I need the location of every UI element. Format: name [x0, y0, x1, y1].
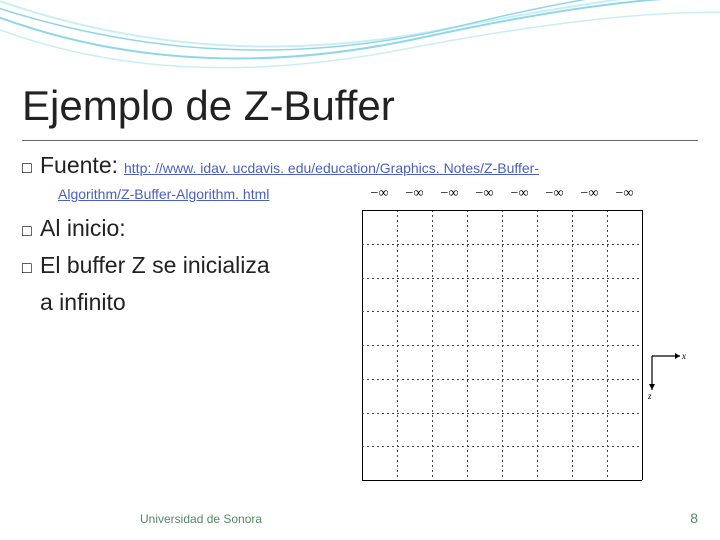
inf-cell: −∞	[362, 186, 397, 202]
axes-icon: x⃗ z⃗	[646, 350, 686, 400]
inf-cell: −∞	[467, 186, 502, 202]
inf-cell: −∞	[502, 186, 537, 202]
grid	[362, 210, 642, 480]
source-link-part2[interactable]: Algorithm/Z-Buffer-Algorithm. html	[58, 186, 269, 202]
axis-x-label: x⃗	[681, 351, 686, 361]
text-buffer-line: El buffer Z se inicializa	[40, 249, 270, 281]
bullet-marker-icon: □	[22, 256, 40, 282]
axis-z-label: z⃗	[647, 391, 659, 400]
slide-number: 8	[690, 510, 698, 526]
source-link-part1[interactable]: http: //www. idav. ucdavis. edu/educatio…	[124, 158, 539, 178]
inf-cell: −∞	[572, 186, 607, 202]
slide-title: Ejemplo de Z-Buffer	[22, 82, 395, 130]
title-underline	[22, 140, 698, 141]
infinity-row: −∞ −∞ −∞ −∞ −∞ −∞ −∞ −∞	[362, 186, 642, 202]
zbuffer-diagram: −∞ −∞ −∞ −∞ −∞ −∞ −∞ −∞	[352, 180, 692, 480]
bullet-marker-icon: □	[22, 156, 40, 182]
bullet-marker-icon: □	[22, 219, 40, 245]
inf-cell: −∞	[432, 186, 467, 202]
inf-cell: −∞	[397, 186, 432, 202]
fuente-label: Fuente:	[40, 152, 118, 178]
inf-cell: −∞	[607, 186, 642, 202]
inf-cell: −∞	[537, 186, 572, 202]
text-al-inicio: Al inicio:	[40, 212, 126, 244]
bullet-fuente: □ Fuente: http: //www. idav. ucdavis. ed…	[22, 152, 698, 182]
footer-university: Universidad de Sonora	[140, 512, 262, 526]
